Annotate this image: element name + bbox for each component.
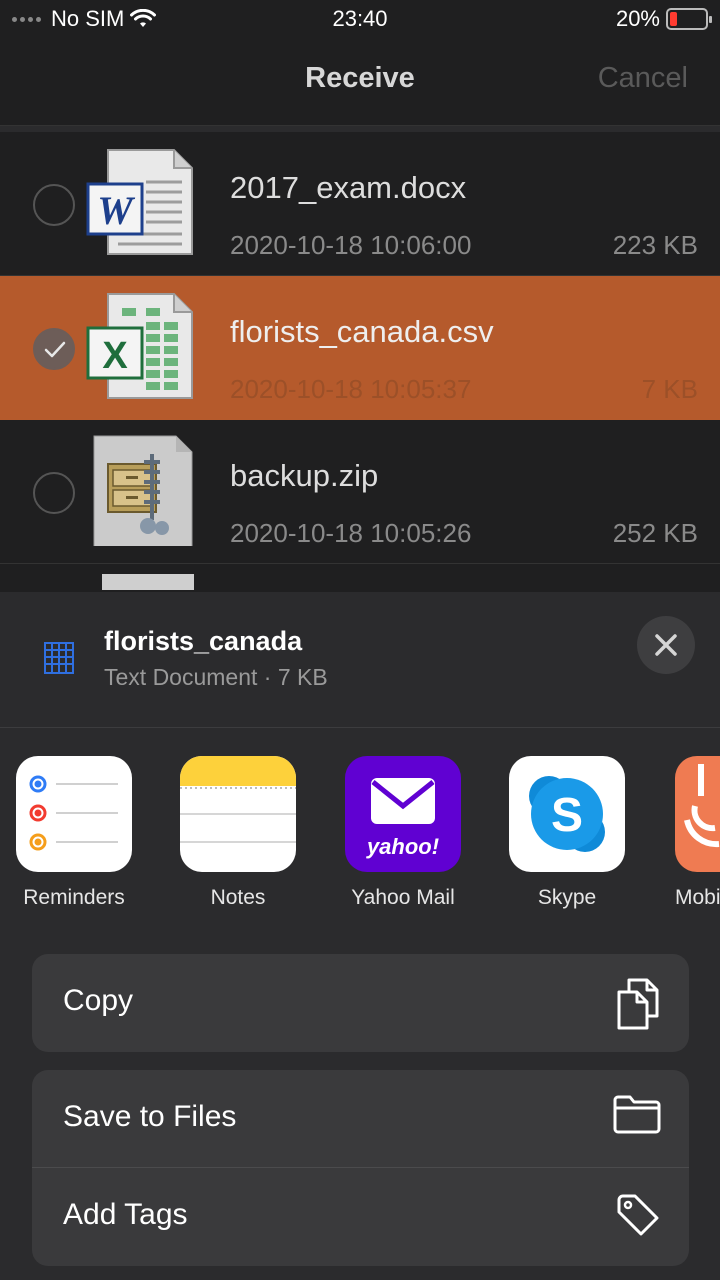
status-right: 20% — [615, 6, 712, 32]
file-date: 2020-10-18 10:05:37 — [230, 374, 472, 404]
copy-action[interactable]: Copy — [32, 954, 689, 1052]
file-name: florists_canada.csv — [230, 314, 494, 349]
add-tags-action[interactable]: Add Tags — [32, 1168, 689, 1266]
skype-app-icon: S — [509, 756, 625, 872]
nav-header: Receive Cancel — [0, 40, 720, 126]
file-name: 2017_exam.docx — [230, 170, 467, 205]
notes-app-icon — [180, 756, 296, 872]
share-sheet: florists_canada Text Document · 7 KB Rem… — [0, 592, 720, 1280]
action-group-copy: Copy — [32, 954, 689, 1052]
add-tags-label: Add Tags — [63, 1198, 188, 1231]
word-document-icon: W — [86, 149, 193, 255]
app-yahoo-mail[interactable]: yahoo! Yahoo Mail — [338, 756, 468, 910]
share-preview: florists_canada Text Document · 7 KB — [0, 592, 720, 728]
folder-icon — [613, 1095, 661, 1134]
app-row: Reminders Notes yahoo! Yahoo Mail S Skyp… — [0, 756, 720, 926]
action-group-files: Save to Files Add Tags — [32, 1070, 689, 1266]
svg-text:X: X — [102, 335, 128, 377]
status-bar: No SIM 23:40 20% — [0, 0, 720, 40]
battery-percent: 20% — [615, 6, 660, 31]
file-list[interactable]: W 2017_exam.docx 2020-10-18 10:06:00 223… — [0, 132, 720, 592]
app-label: Skype — [537, 886, 597, 909]
app-label: Notes — [210, 886, 266, 909]
app-reminders[interactable]: Reminders — [9, 756, 139, 910]
file-row[interactable]: W 2017_exam.docx 2020-10-18 10:06:00 223… — [0, 132, 720, 276]
close-button[interactable] — [637, 616, 695, 674]
app-skype[interactable]: S Skype — [502, 756, 632, 910]
file-size: 223 KB — [612, 230, 698, 260]
file-row[interactable]: backup.zip 2020-10-18 10:05:26 252 KB — [0, 420, 720, 564]
yahoo-mail-app-icon: yahoo! — [345, 756, 461, 872]
tag-icon — [617, 1194, 659, 1236]
preview-file-name: florists_canada — [104, 626, 303, 656]
select-radio[interactable] — [33, 472, 75, 514]
zip-archive-icon — [93, 435, 193, 546]
file-date: 2020-10-18 10:06:00 — [230, 230, 472, 260]
battery-icon — [666, 8, 712, 30]
mobi-app-icon — [675, 756, 720, 872]
app-label: Mobi — [675, 886, 720, 909]
status-time: 23:40 — [332, 6, 388, 31]
app-notes[interactable]: Notes — [173, 756, 303, 910]
copy-icon — [617, 978, 659, 1030]
checkmark-icon — [44, 341, 66, 358]
reminders-app-icon — [16, 756, 132, 872]
select-radio[interactable] — [33, 184, 75, 226]
close-icon — [655, 634, 677, 656]
preview-file-meta: Text Document · 7 KB — [104, 664, 328, 690]
app-label: Reminders — [23, 886, 125, 909]
save-to-files-label: Save to Files — [63, 1100, 237, 1133]
save-to-files-action[interactable]: Save to Files — [32, 1070, 689, 1168]
file-size: 7 KB — [641, 374, 698, 404]
partial-file-icon — [102, 574, 194, 590]
svg-text:W: W — [97, 188, 135, 233]
file-name: backup.zip — [230, 458, 379, 493]
file-size: 252 KB — [612, 518, 698, 548]
file-date: 2020-10-18 10:05:26 — [230, 518, 472, 548]
svg-text:yahoo!: yahoo! — [366, 834, 439, 859]
cancel-button[interactable]: Cancel — [598, 62, 688, 95]
copy-label: Copy — [63, 984, 134, 1017]
spreadsheet-icon — [44, 642, 74, 674]
excel-document-icon: X — [86, 293, 193, 399]
select-radio-checked[interactable] — [33, 328, 75, 370]
app-mobi[interactable]: Mobi — [667, 756, 720, 910]
app-label: Yahoo Mail — [351, 886, 455, 909]
svg-text:S: S — [551, 789, 583, 842]
file-row-selected[interactable]: X florists_canada.csv 2020-10-18 10:05:3… — [0, 276, 720, 420]
